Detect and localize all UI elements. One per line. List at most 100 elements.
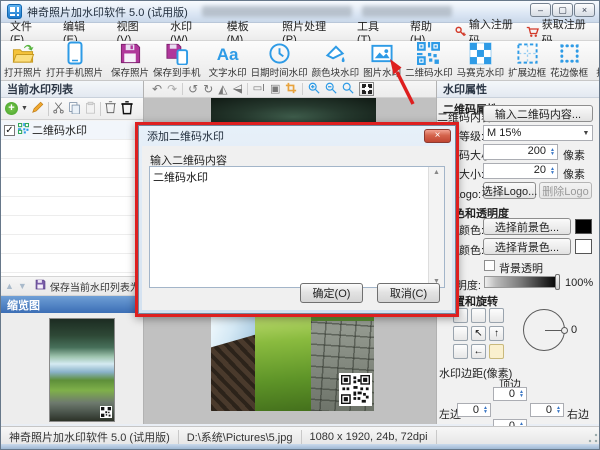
datetime-watermark-button[interactable]: 日期时间水印 xyxy=(249,41,310,80)
opacity-slider-handle[interactable] xyxy=(555,274,560,290)
qr-watermark-on-photo[interactable] xyxy=(339,373,372,406)
spinner-arrows-icon[interactable]: ▲▼ xyxy=(548,164,557,178)
paste-button[interactable] xyxy=(84,101,97,117)
zoom-actual-icon[interactable] xyxy=(342,82,354,96)
save-photo-button[interactable]: 保存照片 xyxy=(109,41,151,80)
zoom-in-icon[interactable] xyxy=(308,82,320,96)
move-down-button[interactable]: ▼ xyxy=(18,281,27,291)
background-transparent-checkbox[interactable] xyxy=(484,260,495,271)
top-margin-spinner[interactable]: 0 ▲▼ xyxy=(493,387,527,401)
add-dropdown-caret-icon[interactable]: ▼ xyxy=(21,105,28,112)
dropdown-arrow-icon: ▼ xyxy=(580,130,592,137)
mosaic-watermark-button[interactable]: 马赛克水印 xyxy=(455,41,507,80)
photo-green-hedge xyxy=(255,312,313,411)
text-watermark-button[interactable]: Aa 文字水印 xyxy=(207,41,249,80)
dialog-body: 输入二维码内容 二维码水印 ▲ ▼ 确定(O) 取消(C) xyxy=(142,146,452,310)
save-template-label[interactable]: 保存当前水印列表为模板 xyxy=(50,279,143,294)
redo-icon[interactable]: ↷ xyxy=(167,83,177,95)
edit-watermark-button[interactable] xyxy=(31,100,45,117)
qr-watermark-button[interactable]: 二维码水印 xyxy=(403,41,455,80)
qr-code-icon xyxy=(417,42,440,65)
properties-header: 水印属性 xyxy=(437,81,599,98)
position-bottom-right-selected[interactable] xyxy=(489,344,504,359)
position-middle-left[interactable] xyxy=(453,326,468,341)
opacity-slider[interactable] xyxy=(484,276,559,288)
floppy-icon xyxy=(119,42,142,65)
rotation-dial-knob[interactable] xyxy=(561,327,568,334)
qr-content-textarea-wrap: 二维码水印 ▲ ▼ xyxy=(149,166,445,288)
add-watermark-button[interactable]: + xyxy=(5,102,18,115)
open-phone-photo-button[interactable]: 打开手机照片 xyxy=(44,41,105,80)
undo-icon[interactable]: ↶ xyxy=(152,83,162,95)
expand-border-button[interactable]: 扩展边框 xyxy=(506,41,548,80)
select-logo-button[interactable]: 选择Logo... xyxy=(483,182,536,199)
right-margin-label: 右边 xyxy=(567,406,589,422)
photo-thumbnail[interactable] xyxy=(49,318,115,422)
color-block-watermark-button[interactable]: 颜色块水印 xyxy=(310,41,362,80)
zoom-out-icon[interactable] xyxy=(325,82,337,96)
dialog-title: 添加二维码水印 xyxy=(139,126,455,146)
status-bar: 神奇照片加水印软件 5.0 (试用版) D:\系统\Pictures\5.jpg… xyxy=(1,426,599,446)
select-background-button[interactable]: 选择背景色... xyxy=(483,238,571,255)
item-checkbox[interactable]: ✓ xyxy=(4,125,15,136)
scroll-up-icon[interactable]: ▲ xyxy=(433,169,440,176)
rotate-right-icon[interactable]: ↻ xyxy=(203,83,213,95)
left-margin-spinner[interactable]: 0 ▲▼ xyxy=(457,403,491,417)
position-middle-right[interactable]: ↑ xyxy=(489,326,504,341)
rotation-dial[interactable] xyxy=(523,309,565,351)
ok-button[interactable]: 确定(O) xyxy=(300,283,363,303)
mosaic-icon xyxy=(469,42,492,65)
delete-logo-button[interactable]: 删除Logo xyxy=(539,182,592,199)
position-middle-center[interactable]: ↖ xyxy=(471,326,486,341)
flip-vertical-icon[interactable]: ◭ xyxy=(231,84,243,93)
window-bottom-edge xyxy=(1,444,599,449)
rotate-left-icon[interactable]: ↺ xyxy=(188,83,198,95)
position-top-right[interactable] xyxy=(489,308,504,323)
dialog-close-button[interactable]: × xyxy=(424,129,451,143)
empty-row xyxy=(1,235,143,254)
save-to-phone-button[interactable]: 保存到手机 xyxy=(151,41,203,80)
annotation-red-box: 添加二维码水印 × 输入二维码内容 二维码水印 ▲ ▼ 确定(O) 取消(C) xyxy=(135,122,459,317)
watermark-list-panel: 当前水印列表 + ▼ ✓ 二维码水印 xyxy=(1,81,144,424)
spinner-arrows-icon[interactable]: ▲▼ xyxy=(481,404,490,416)
spinner-arrows-icon[interactable]: ▲▼ xyxy=(554,404,563,416)
spinner-arrows-icon[interactable]: ▲▼ xyxy=(517,388,526,400)
copy-button[interactable] xyxy=(68,101,81,117)
enter-qr-content-button[interactable]: 输入二维码内容... xyxy=(483,105,593,122)
margin-size-spinner[interactable]: 20 ▲▼ xyxy=(483,163,558,179)
textarea-scrollbar[interactable]: ▲ ▼ xyxy=(428,167,444,287)
open-photo-button[interactable]: 打开照片 xyxy=(2,41,44,80)
cancel-button[interactable]: 取消(C) xyxy=(377,283,440,303)
qr-content-textarea[interactable]: 二维码水印 xyxy=(150,167,428,287)
toggle-grid-button[interactable] xyxy=(359,82,374,96)
crop-icon[interactable] xyxy=(285,82,297,96)
watermark-list-header: 当前水印列表 xyxy=(1,81,143,98)
resize-grip[interactable] xyxy=(588,433,598,443)
qr-size-spinner[interactable]: 200 ▲▼ xyxy=(483,144,558,160)
delete-watermark-button[interactable] xyxy=(104,100,117,117)
clear-all-button[interactable] xyxy=(120,100,134,118)
photo-preview[interactable] xyxy=(211,312,374,411)
fit-screen-icon[interactable]: ▣ xyxy=(270,84,280,95)
batch-watermark-button[interactable]: 批 批量加水印 xyxy=(594,41,600,80)
resize-icon[interactable]: ▭I xyxy=(253,84,265,94)
cut-button[interactable] xyxy=(52,101,65,117)
status-file-path: D:\系统\Pictures\5.jpg xyxy=(179,429,301,445)
item-qr-icon xyxy=(18,123,29,137)
position-bottom-center[interactable]: ← xyxy=(471,344,486,359)
lace-frame-button[interactable]: 花边像框 xyxy=(548,41,590,80)
position-top-center[interactable] xyxy=(471,308,486,323)
thumbnail-area xyxy=(1,313,143,424)
status-image-info: 1080 x 1920, 24b, 72dpi xyxy=(302,431,436,443)
save-template-icon xyxy=(35,279,46,293)
move-up-button[interactable]: ▲ xyxy=(5,281,14,291)
margin-size-unit: 像素 xyxy=(563,166,585,182)
select-foreground-button[interactable]: 选择前景色... xyxy=(483,218,571,235)
watermark-list-item[interactable]: ✓ 二维码水印 xyxy=(1,121,143,140)
flip-horizontal-icon[interactable]: ◭ xyxy=(218,83,227,95)
right-margin-spinner[interactable]: 0 ▲▼ xyxy=(530,403,564,417)
picture-watermark-button[interactable]: 图片水印 xyxy=(361,41,403,80)
error-level-select[interactable]: M 15% ▼ xyxy=(483,125,593,141)
spinner-arrows-icon[interactable]: ▲▼ xyxy=(548,145,557,159)
position-bottom-left[interactable] xyxy=(453,344,468,359)
